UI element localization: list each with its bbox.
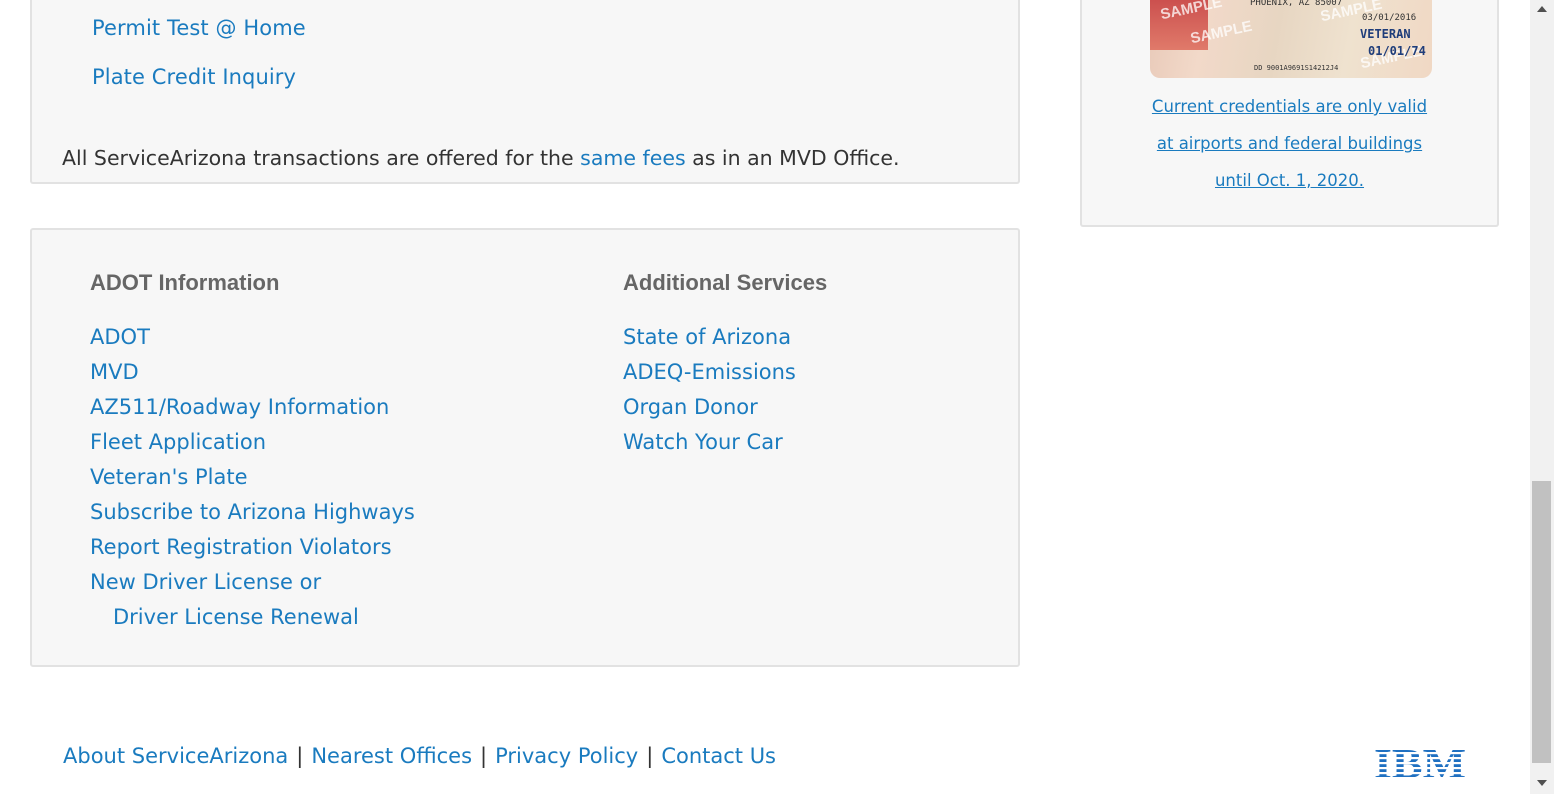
list-item: ADOT [90, 320, 415, 355]
additional-services-heading: Additional Services [623, 270, 828, 295]
about-servicearizona-link[interactable]: About ServiceArizona [63, 744, 288, 768]
license-city: PHOENIX, AZ 85007 [1250, 0, 1343, 8]
watch-your-car-link[interactable]: Watch Your Car [623, 430, 783, 454]
scroll-down-arrow-icon[interactable] [1537, 780, 1547, 786]
adeq-emissions-link[interactable]: ADEQ-Emissions [623, 360, 796, 384]
contact-us-link[interactable]: Contact Us [661, 744, 776, 768]
mvd-link[interactable]: MVD [90, 360, 139, 384]
fees-suffix-text: as in an MVD Office. [685, 146, 900, 170]
additional-services-list: State of Arizona ADEQ-Emissions Organ Do… [623, 320, 796, 460]
list-item: MVD [90, 355, 415, 390]
list-item: Organ Donor [623, 390, 796, 425]
list-item: Report Registration Violators [90, 530, 415, 565]
scrollbar-thumb[interactable] [1532, 481, 1551, 763]
footer-separator: | [646, 744, 654, 768]
list-item: New Driver License or [90, 565, 415, 600]
permit-test-link[interactable]: Permit Test @ Home [92, 16, 306, 40]
credentials-link-line-1[interactable]: Current credentials are only valid [1082, 97, 1497, 116]
state-of-arizona-link[interactable]: State of Arizona [623, 325, 791, 349]
footer-separator: | [480, 744, 488, 768]
list-item: AZ511/Roadway Information [90, 390, 415, 425]
driver-license-renewal-link[interactable]: Driver License Renewal [90, 600, 359, 635]
adot-link[interactable]: ADOT [90, 325, 150, 349]
list-item: Fleet Application [90, 425, 415, 460]
license-expires: 03/01/2016 [1362, 13, 1417, 23]
veterans-plate-link[interactable]: Veteran's Plate [90, 465, 248, 489]
online-services-panel: Permit Test @ Home Plate Credit Inquiry … [30, 0, 1020, 184]
az511-link[interactable]: AZ511/Roadway Information [90, 395, 389, 419]
plate-credit-inquiry-link[interactable]: Plate Credit Inquiry [92, 65, 296, 89]
scroll-up-arrow-icon[interactable] [1537, 6, 1547, 12]
ibm-logo[interactable]: IBM [1374, 744, 1466, 780]
same-fees-link[interactable]: same fees [580, 146, 685, 170]
nearest-offices-link[interactable]: Nearest Offices [311, 744, 472, 768]
footer-links: About ServiceArizona | Nearest Offices | Pri… [63, 744, 776, 768]
list-item: Veteran's Plate [90, 460, 415, 495]
list-item: State of Arizona [623, 320, 796, 355]
list-item: Driver License Renewal [90, 600, 415, 635]
privacy-policy-link[interactable]: Privacy Policy [495, 744, 638, 768]
list-item: ADEQ-Emissions [623, 355, 796, 390]
credentials-link-line-2[interactable]: at airports and federal buildings [1082, 134, 1497, 153]
sample-license-image[interactable]: SAMPLE SAMPLE SAMPLE SAMPLE PHOENIX, AZ … [1150, 0, 1432, 78]
report-violators-link[interactable]: Report Registration Violators [90, 535, 392, 559]
list-item: Watch Your Car [623, 425, 796, 460]
adot-information-heading: ADOT Information [90, 270, 280, 295]
organ-donor-link[interactable]: Organ Donor [623, 395, 758, 419]
fees-prefix-text: All ServiceArizona transactions are offe… [62, 146, 581, 170]
footer-separator: | [296, 744, 304, 768]
new-driver-license-link[interactable]: New Driver License or [90, 570, 321, 594]
vertical-scrollbar[interactable] [1530, 0, 1554, 794]
arizona-highways-link[interactable]: Subscribe to Arizona Highways [90, 500, 415, 524]
adot-information-list: ADOT MVD AZ511/Roadway Information Fleet… [90, 320, 415, 635]
license-dob: 01/01/74 [1368, 44, 1426, 58]
credentials-link-line-3[interactable]: until Oct. 1, 2020. [1082, 171, 1497, 190]
fleet-application-link[interactable]: Fleet Application [90, 430, 266, 454]
ibm-logo-text: IBM [1374, 744, 1466, 780]
info-panel: ADOT Information ADOT MVD AZ511/Roadway … [30, 228, 1020, 667]
license-doc-number: DD 9001A9691S14212J4 [1254, 64, 1339, 72]
list-item: Subscribe to Arizona Highways [90, 495, 415, 530]
license-veteran: VETERAN [1360, 27, 1411, 41]
credentials-card: SAMPLE SAMPLE SAMPLE SAMPLE PHOENIX, AZ … [1080, 0, 1499, 227]
fees-notice: All ServiceArizona transactions are offe… [62, 146, 900, 170]
